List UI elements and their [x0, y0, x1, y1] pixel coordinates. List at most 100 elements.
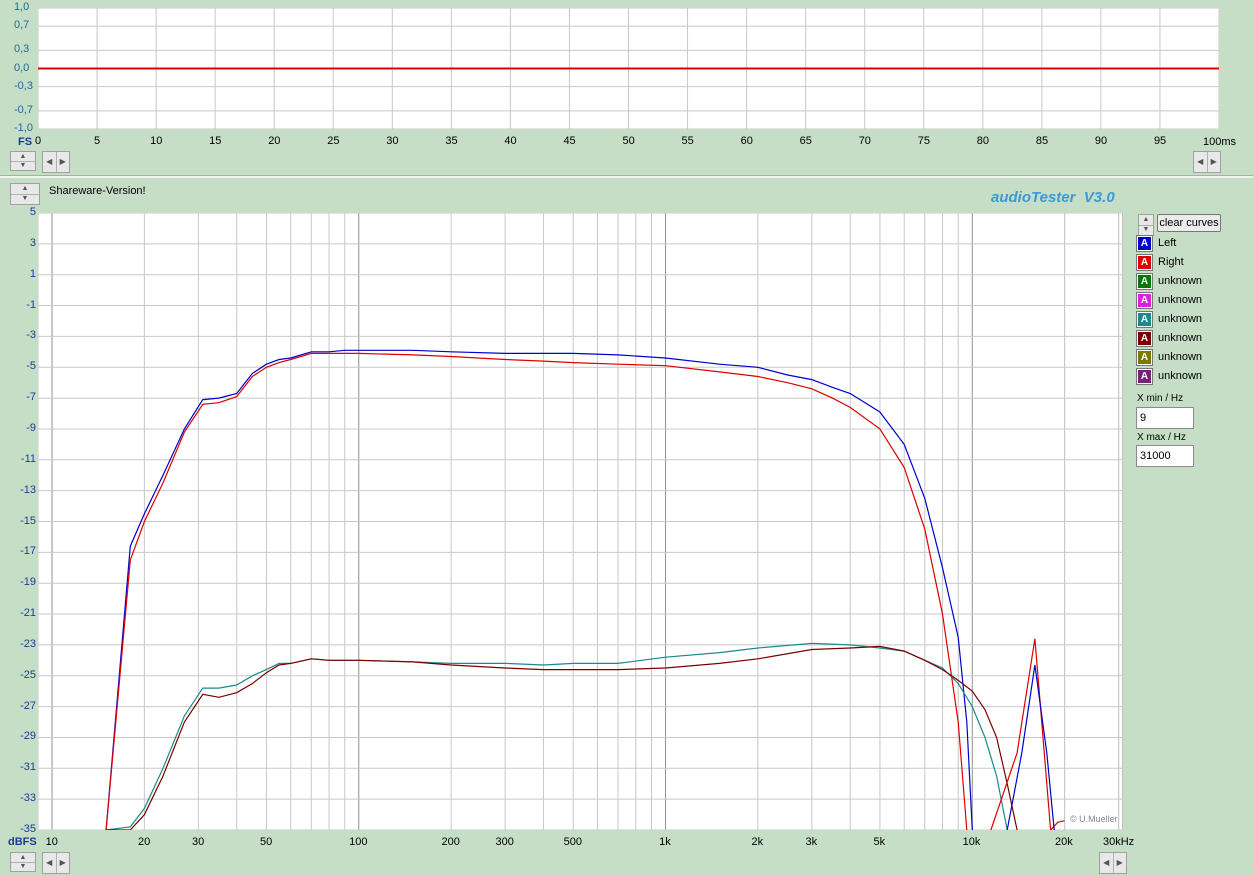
legend-item[interactable]: Aunknown — [1136, 348, 1203, 366]
freq-x-tick-label: 3k — [805, 836, 818, 848]
xmin-input[interactable] — [1136, 407, 1194, 429]
freq-y-tick-label: -31 — [20, 761, 36, 774]
curve-color-icon[interactable]: A — [1136, 367, 1153, 385]
curve-color-icon[interactable]: A — [1136, 234, 1153, 252]
xmax-input[interactable] — [1136, 445, 1194, 467]
curve-color-icon[interactable]: A — [1136, 310, 1153, 328]
scroll-left-icon[interactable]: ◀ — [1100, 853, 1114, 873]
legend-label: unknown — [1158, 275, 1203, 287]
spinner-down-icon[interactable]: ▼ — [11, 862, 35, 871]
freq-y-tick-label: -11 — [20, 452, 36, 465]
legend-label: unknown — [1158, 294, 1203, 306]
freq-x-scroll-left[interactable]: ◀ ▶ — [42, 852, 70, 874]
curve-color-icon[interactable]: A — [1136, 348, 1153, 366]
panel-divider[interactable] — [0, 175, 1253, 178]
freq-y-tick-label: -25 — [20, 668, 36, 681]
freq-y-tick-label: -33 — [20, 792, 36, 805]
freq-x-tick-label: 50 — [260, 836, 273, 848]
curve-select-spinner[interactable]: ▲ ▼ — [1138, 214, 1154, 236]
legend-label: unknown — [1158, 351, 1203, 363]
freq-x-tick-label: 10 — [45, 836, 58, 848]
time-x-tick-label: 35 — [445, 135, 458, 147]
time-x-scroll-right[interactable]: ◀ ▶ — [1193, 151, 1221, 173]
freq-x-tick-label: 100 — [349, 836, 368, 848]
curve-color-icon[interactable]: A — [1136, 253, 1153, 271]
watermark: © U.Mueller — [1070, 814, 1118, 824]
freq-y-tick-label: -17 — [20, 545, 36, 558]
time-x-tick-label: 90 — [1094, 135, 1108, 147]
legend-label: unknown — [1158, 313, 1203, 325]
freq-y-tick-label: -21 — [20, 607, 36, 620]
spinner-down-icon[interactable]: ▼ — [11, 161, 35, 170]
freq-y-tick-label: -5 — [26, 360, 36, 373]
freq-x-tick-label: 2k — [751, 836, 764, 848]
legend-item[interactable]: Aunknown — [1136, 310, 1203, 328]
legend-item[interactable]: Aunknown — [1136, 367, 1203, 385]
freq-y-tick-label: -15 — [20, 514, 36, 527]
curve-color-icon[interactable]: A — [1136, 272, 1153, 290]
time-y-scale-spinner[interactable]: ▲ ▼ — [10, 151, 36, 171]
freq-x-tick-label: 5k — [873, 836, 886, 848]
scroll-left-icon[interactable]: ◀ — [43, 853, 57, 873]
freq-x-tick-label: 10k — [962, 836, 981, 848]
scroll-right-icon[interactable]: ▶ — [1114, 853, 1127, 873]
freq-y-offset-spinner[interactable]: ▲ ▼ — [10, 183, 40, 205]
time-x-tick-label: 70 — [858, 135, 871, 147]
freq-x-scroll-right[interactable]: ◀ ▶ — [1099, 852, 1127, 874]
freq-y-tick-label: -3 — [26, 329, 36, 342]
freq-x-unit-label: 30kHz — [1103, 836, 1135, 848]
scroll-right-icon[interactable]: ▶ — [1208, 152, 1221, 172]
legend-item[interactable]: Aunknown — [1136, 291, 1203, 309]
time-x-tick-label: 30 — [386, 135, 399, 147]
legend-item[interactable]: A Right — [1136, 253, 1184, 271]
time-y-tick-label: 0,3 — [14, 43, 30, 56]
curve-color-icon[interactable]: A — [1136, 329, 1153, 347]
time-x-tick-label: 40 — [504, 135, 517, 147]
time-x-tick-label: 75 — [917, 135, 930, 147]
freq-x-tick-label: 500 — [563, 836, 582, 848]
time-x-tick-label: 80 — [976, 135, 990, 147]
time-x-tick-label: 10 — [150, 135, 163, 147]
freq-y-tick-label: -13 — [20, 483, 36, 496]
time-x-tick-label: 25 — [327, 135, 340, 147]
time-x-tick-label: 20 — [268, 135, 281, 147]
time-x-tick-label: 60 — [740, 135, 753, 147]
time-x-tick-label: 95 — [1153, 135, 1167, 147]
freq-y-tick-label: -19 — [20, 576, 36, 589]
time-x-tick-label: 50 — [622, 135, 635, 147]
freq-y-tick-label: 5 — [29, 206, 36, 218]
legend-label: Left — [1158, 237, 1177, 249]
time-domain-panel: 1,0 0,7 0,3 0,0 -0,3 -0,7 -1,0 0 5 10 15 20 25 30 35 4… — [0, 0, 1253, 175]
time-y-tick-label: -0,7 — [14, 103, 33, 116]
time-y-tick-label: 0,7 — [14, 19, 30, 32]
scroll-left-icon[interactable]: ◀ — [43, 152, 57, 172]
time-x-tick-label: 15 — [209, 135, 222, 147]
legend-label: unknown — [1158, 370, 1203, 382]
freq-x-tick-label: 300 — [495, 836, 514, 848]
freq-y-tick-label: -29 — [20, 730, 36, 743]
curve-color-icon[interactable]: A — [1136, 291, 1153, 309]
legend-label: unknown — [1158, 332, 1203, 344]
clear-curves-button[interactable]: clear curves — [1157, 214, 1221, 232]
scroll-right-icon[interactable]: ▶ — [57, 853, 70, 873]
time-x-tick-label: 0 — [35, 135, 42, 147]
legend-item[interactable]: Aunknown — [1136, 272, 1203, 290]
legend-item[interactable]: A Left — [1136, 234, 1177, 252]
freq-y-tick-label: -7 — [26, 391, 36, 404]
shareware-label: Shareware-Version! — [49, 185, 146, 197]
scroll-left-icon[interactable]: ◀ — [1194, 152, 1208, 172]
frequency-response-chart[interactable] — [38, 213, 1123, 830]
spinner-down-icon[interactable]: ▼ — [11, 194, 39, 204]
time-domain-chart[interactable] — [38, 8, 1219, 129]
freq-y-tick-label: 1 — [29, 267, 36, 280]
time-unit-label: FS — [18, 136, 33, 148]
freq-x-tick-label: 20 — [137, 836, 151, 848]
time-x-tick-label: 5 — [94, 135, 101, 147]
legend-item[interactable]: Aunknown — [1136, 329, 1203, 347]
app-brand: audioTester V3.0 — [991, 189, 1115, 206]
time-x-scroll-left[interactable]: ◀ ▶ — [42, 151, 70, 173]
scroll-right-icon[interactable]: ▶ — [57, 152, 70, 172]
freq-y-tick-label: 3 — [29, 236, 36, 249]
freq-y-scale-spinner[interactable]: ▲ ▼ — [10, 852, 36, 872]
freq-x-tick-label: 20k — [1055, 836, 1073, 848]
